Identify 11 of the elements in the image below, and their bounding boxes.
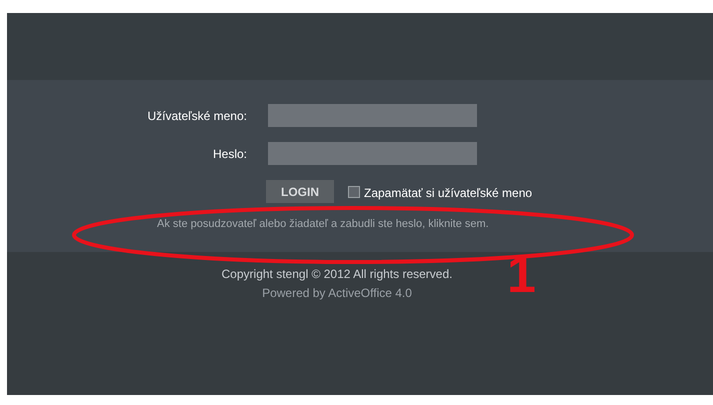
username-field[interactable]	[268, 104, 477, 127]
remember-label: Zapamätať si užívateľské meno	[364, 185, 532, 202]
powered-by-text: Powered by ActiveOffice 4.0	[262, 285, 412, 302]
login-button[interactable]: LOGIN	[266, 180, 334, 203]
remember-checkbox[interactable]	[348, 186, 360, 198]
password-field[interactable]	[268, 142, 477, 165]
copyright-text: Copyright stengl © 2012 All rights reserved.	[222, 266, 452, 283]
password-label: Heslo:	[212, 146, 247, 162]
annotation-number: 1	[507, 249, 536, 301]
username-label: Užívateľské meno:	[146, 108, 247, 124]
forgot-password-link[interactable]: Ak ste posudzovateľ alebo žiadateľ a zabudli ste heslo, kliknite sem.	[157, 216, 489, 232]
